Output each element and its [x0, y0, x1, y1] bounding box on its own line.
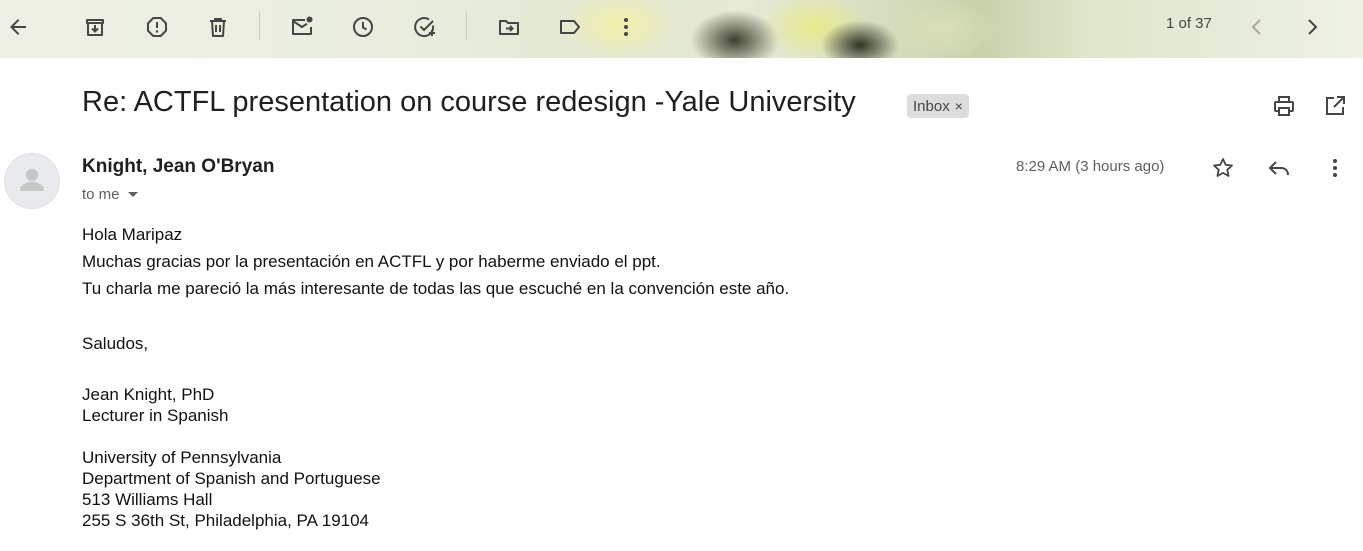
person-icon — [20, 169, 44, 191]
body-line: Tu charla me pareció la más interesante … — [82, 279, 790, 298]
signature-title: Lecturer in Spanish — [82, 406, 229, 425]
signature-university: University of Pennsylvania — [82, 448, 282, 467]
sender-name[interactable]: Knight, Jean O'Bryan — [82, 156, 274, 178]
snooze-button[interactable] — [343, 7, 383, 47]
reply-button[interactable] — [1263, 152, 1295, 184]
signature-name: Jean Knight, PhD — [82, 385, 215, 404]
email-subject: Re: ACTFL presentation on course redesig… — [82, 86, 856, 118]
more-vert-icon — [1333, 159, 1337, 177]
more-button[interactable] — [606, 7, 646, 47]
avatar[interactable] — [4, 153, 60, 209]
star-button[interactable] — [1207, 152, 1239, 184]
add-task-button[interactable] — [405, 7, 445, 47]
chevron-down-icon — [127, 192, 138, 197]
label-text: Inbox — [913, 97, 950, 115]
clock-icon — [353, 17, 373, 37]
inbox-label-chip: Inbox × — [907, 94, 969, 118]
newer-button[interactable] — [1237, 7, 1277, 47]
signature-office: 513 Williams Hall — [82, 490, 213, 509]
labels-button[interactable] — [550, 7, 590, 47]
open-new-window-button[interactable] — [1319, 90, 1351, 122]
body-closing: Saludos, — [82, 334, 149, 353]
signature-address: 255 S 36th St, Philadelphia, PA 19104 — [82, 511, 370, 530]
move-to-icon — [499, 20, 519, 35]
archive-button[interactable] — [75, 7, 115, 47]
theme-background-decoration — [880, 0, 1000, 58]
print-icon — [1274, 96, 1294, 116]
mark-unread-button[interactable] — [282, 7, 322, 47]
recipient-details-toggle[interactable]: to me — [82, 186, 138, 203]
archive-icon — [86, 19, 104, 36]
signature-department: Department of Spanish and Portuguese — [82, 469, 381, 488]
move-to-button[interactable] — [489, 7, 529, 47]
report-spam-button[interactable] — [137, 7, 177, 47]
message-more-button[interactable] — [1319, 152, 1351, 184]
reply-icon — [1269, 161, 1289, 176]
more-vert-icon — [624, 18, 628, 36]
back-button[interactable] — [0, 7, 38, 47]
older-button[interactable] — [1292, 7, 1332, 47]
body-line: Muchas gracias por la presentación en AC… — [82, 252, 661, 271]
toolbar-divider — [259, 12, 260, 40]
mark-unread-icon — [292, 16, 313, 35]
delete-button[interactable] — [198, 7, 238, 47]
pagination-count: 1 of 37 — [1166, 15, 1212, 32]
toolbar: 1 of 37 — [0, 0, 1363, 58]
open-in-new-icon — [1326, 96, 1345, 115]
print-button[interactable] — [1268, 90, 1300, 122]
report-icon — [147, 17, 167, 37]
trash-icon — [210, 18, 226, 37]
add-task-icon — [414, 17, 435, 38]
toolbar-divider — [466, 12, 467, 40]
arrow-left-icon — [10, 19, 26, 35]
chevron-right-icon — [1308, 19, 1318, 35]
body-greeting: Hola Maripaz — [82, 225, 183, 244]
chevron-left-icon — [1251, 19, 1261, 35]
star-icon — [1213, 158, 1233, 177]
label-icon — [560, 20, 580, 34]
message-timestamp: 8:29 AM (3 hours ago) — [1016, 158, 1165, 175]
remove-label-button[interactable]: × — [955, 98, 963, 114]
recipient-text: to me — [82, 186, 120, 203]
